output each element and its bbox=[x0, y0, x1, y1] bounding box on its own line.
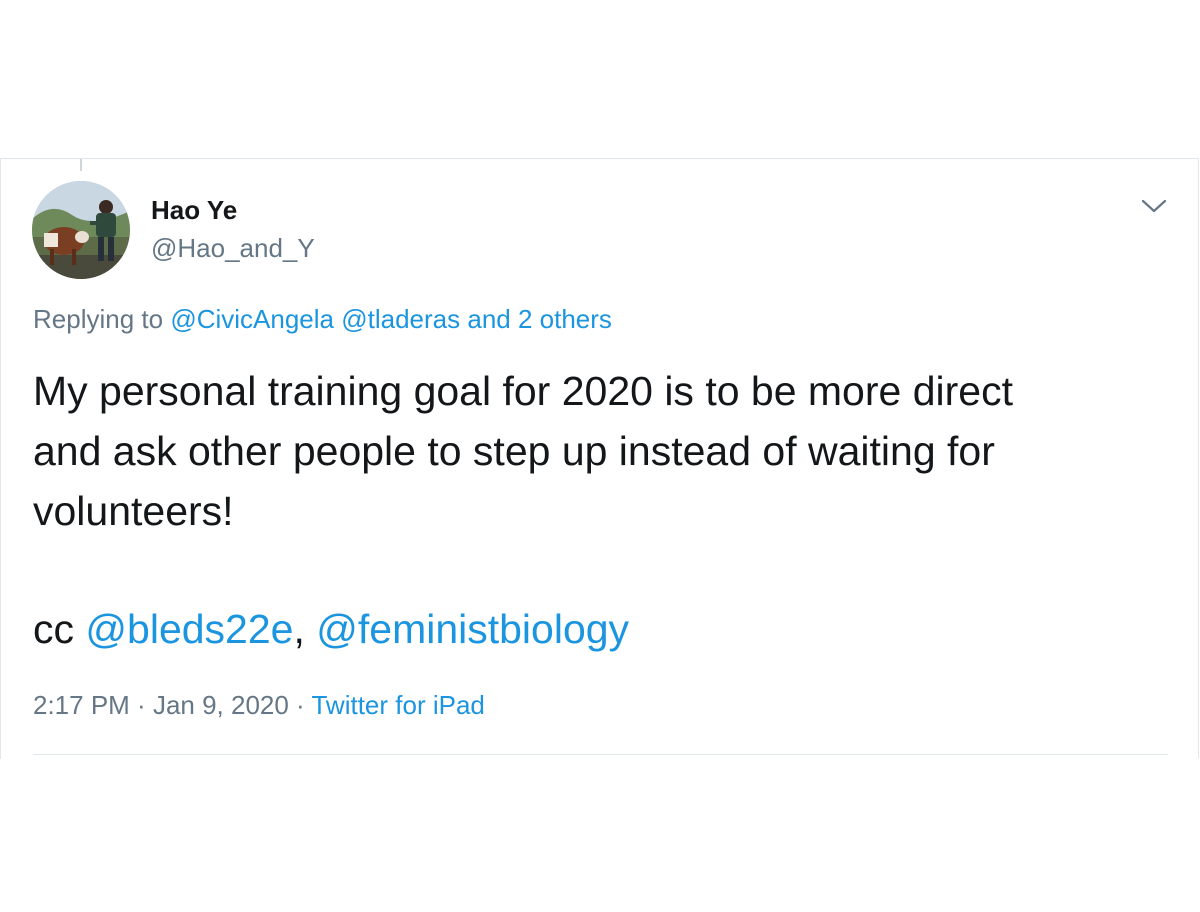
divider bbox=[33, 754, 1168, 755]
author-display-name[interactable]: Hao Ye bbox=[151, 195, 237, 225]
avatar[interactable] bbox=[32, 181, 130, 279]
tweet-cc-line: cc @bleds22e, @feministbiology bbox=[33, 599, 629, 659]
replying-to-prefix: Replying to bbox=[33, 304, 171, 334]
tweet-metadata: 2:17 PM · Jan 9, 2020 · Twitter for iPad bbox=[33, 689, 485, 721]
tweet-card: Hao Ye @Hao_and_Y Replying to @CivicAnge… bbox=[0, 158, 1199, 759]
mention-link-civicangela[interactable]: @CivicAngela bbox=[170, 304, 334, 334]
avatar-photo bbox=[32, 181, 130, 279]
meta-separator-dot: · bbox=[288, 690, 312, 720]
replying-others-link[interactable]: 2 others bbox=[518, 304, 612, 334]
tweet-body-line: volunteers! bbox=[33, 488, 234, 534]
card-left-border bbox=[0, 159, 1, 759]
tweet-body-line: and ask other people to step up instead … bbox=[33, 428, 995, 474]
tweet-body-line: My personal training goal for 2020 is to… bbox=[33, 368, 1013, 414]
mention-link-feministbiology[interactable]: @feministbiology bbox=[316, 606, 629, 652]
tweet-time[interactable]: 2:17 PM bbox=[33, 690, 130, 720]
tweet-source-link[interactable]: Twitter for iPad bbox=[311, 690, 484, 720]
tweet-body: My personal training goal for 2020 is to… bbox=[33, 361, 1163, 541]
mention-link-bleds22e[interactable]: @bleds22e bbox=[85, 606, 293, 652]
meta-separator-dot: · bbox=[129, 690, 153, 720]
tweet-date[interactable]: Jan 9, 2020 bbox=[153, 690, 289, 720]
author-handle[interactable]: @Hao_and_Y bbox=[151, 233, 315, 263]
cc-separator: , bbox=[293, 606, 317, 652]
replying-to-line: Replying to @CivicAngela @tladeras and 2… bbox=[33, 303, 612, 335]
thread-connector-line bbox=[80, 159, 82, 171]
cc-prefix: cc bbox=[33, 606, 86, 652]
replying-and-text[interactable]: and bbox=[460, 304, 518, 334]
chevron-down-icon[interactable] bbox=[1140, 195, 1168, 217]
mention-link-tladeras[interactable]: @tladeras bbox=[341, 304, 460, 334]
